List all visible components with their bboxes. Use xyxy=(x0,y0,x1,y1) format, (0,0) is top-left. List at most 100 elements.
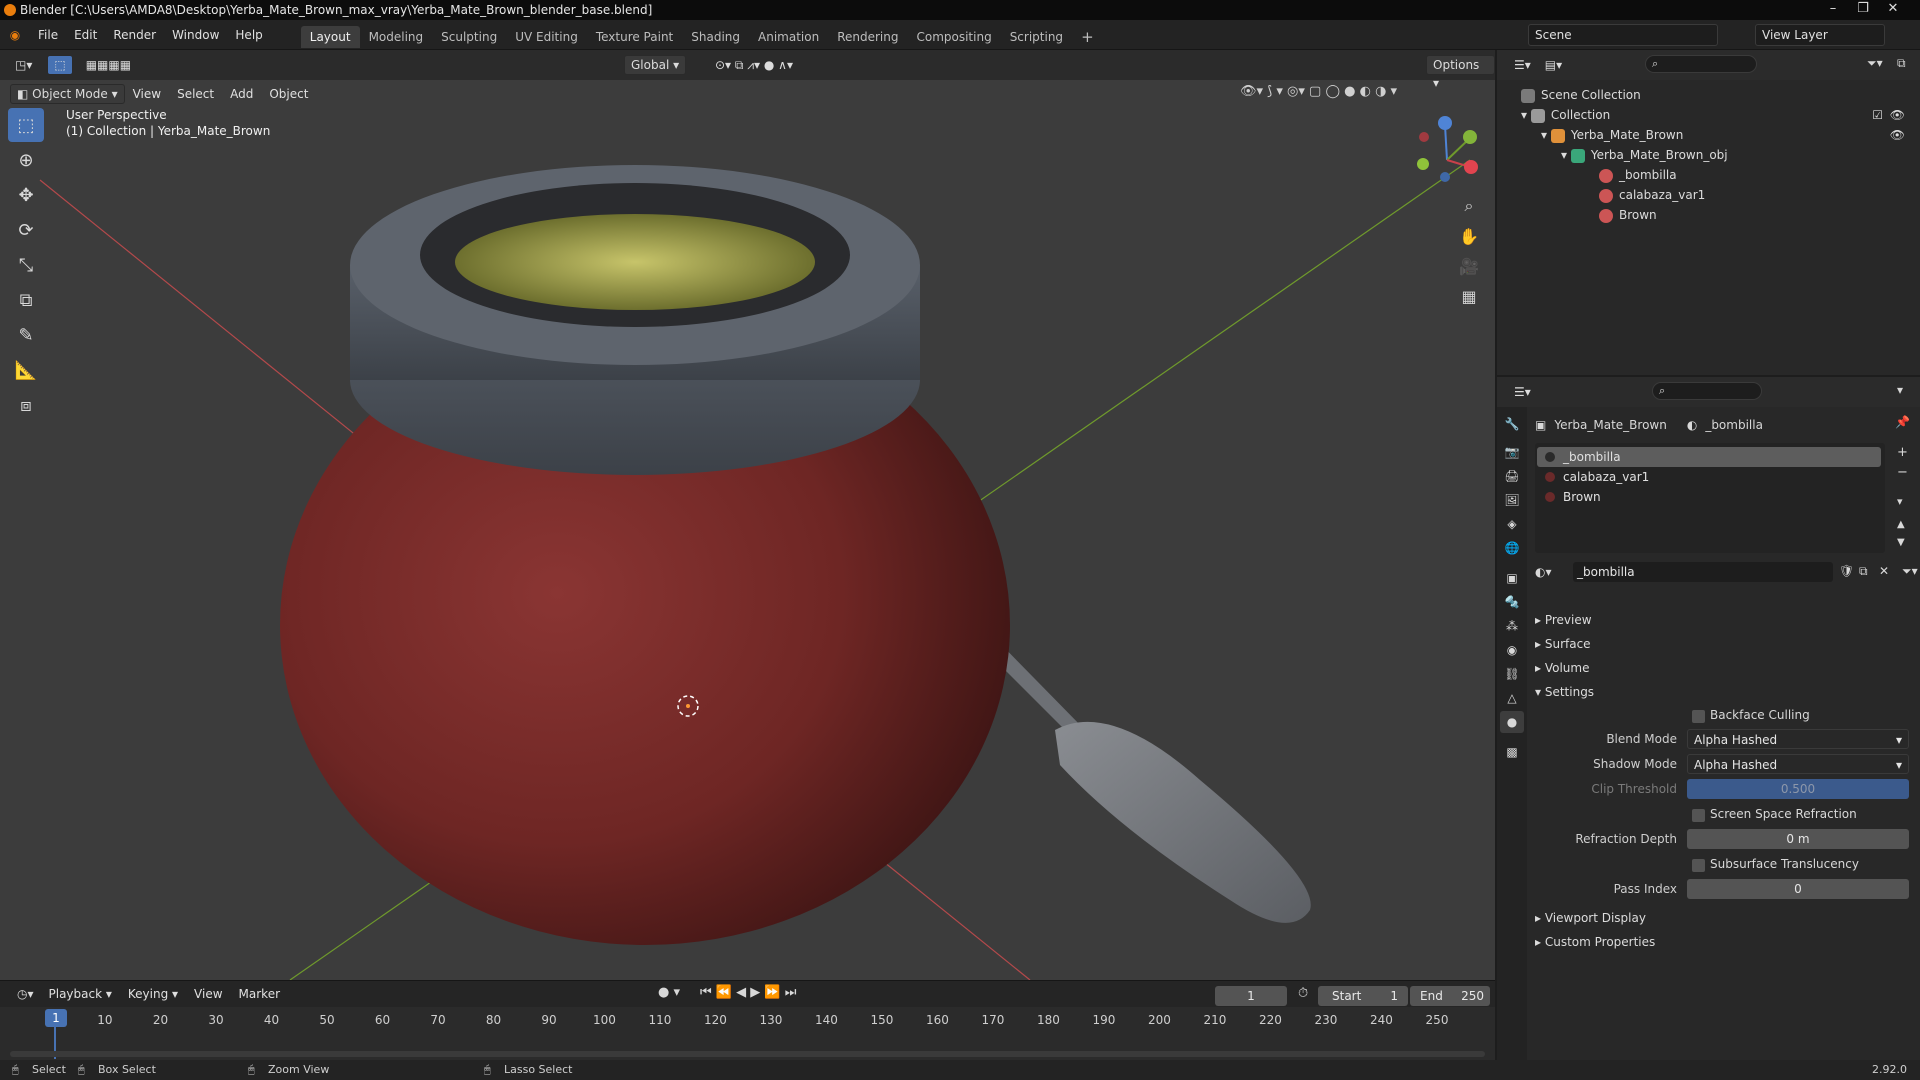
section-surface[interactable]: ▸ Surface xyxy=(1535,633,1591,655)
slot-menu-icon[interactable]: ▾ xyxy=(1897,495,1903,508)
maximize-button[interactable]: ❐ xyxy=(1850,0,1876,18)
duplicate-material-icon[interactable]: ⧉ xyxy=(1859,564,1868,579)
start-frame-field[interactable]: Start 1 xyxy=(1318,986,1408,1006)
tab-sculpting[interactable]: Sculpting xyxy=(432,26,506,48)
pass-index-field[interactable]: 0 xyxy=(1687,879,1909,899)
pan-hand-icon[interactable]: ✋ xyxy=(1455,223,1483,249)
properties-editor[interactable]: ☰▾ ⌕ ▾ 🔧 📷 🖨 🖼 ◈ 🌐 ▣ 🔩 ⁂ ◉ ⛓ △ ● ▩ ▣ Yer… xyxy=(1497,377,1920,1060)
select-mode-icons[interactable]: ▦▦▦▦ xyxy=(79,55,138,75)
outliner-editor-type-icon[interactable]: ☰▾ xyxy=(1507,55,1538,75)
add-workspace-icon[interactable]: + xyxy=(1072,26,1103,48)
menu-window[interactable]: Window xyxy=(164,20,227,50)
outliner-row-scene-collection[interactable]: Scene Collection xyxy=(1521,85,1641,105)
move-up-icon[interactable]: ▲ xyxy=(1897,519,1905,530)
material-tab-icon[interactable]: ● xyxy=(1500,711,1524,733)
section-preview[interactable]: ▸ Preview xyxy=(1535,609,1592,631)
data-tab-icon[interactable]: △ xyxy=(1500,687,1524,709)
menu-select[interactable]: Select xyxy=(169,80,222,108)
options-dropdown[interactable]: Options ▾ xyxy=(1426,55,1495,90)
tab-uv-editing[interactable]: UV Editing xyxy=(506,26,587,48)
menu-view[interactable]: View xyxy=(125,80,169,108)
remove-slot-icon[interactable]: − xyxy=(1897,465,1908,480)
backface-culling-checkbox[interactable] xyxy=(1692,710,1705,723)
tab-layout[interactable]: Layout xyxy=(300,25,360,48)
scene-tab-icon[interactable]: ◈ xyxy=(1500,513,1524,535)
close-button[interactable]: ✕ xyxy=(1880,0,1906,18)
current-frame-field[interactable]: 1 xyxy=(1215,986,1287,1006)
tab-rendering[interactable]: Rendering xyxy=(828,26,907,48)
outliner-row-material-brown[interactable]: Brown xyxy=(1599,205,1657,225)
record-icon[interactable]: ● ▾ xyxy=(658,985,680,1000)
tab-animation[interactable]: Animation xyxy=(749,26,828,48)
add-cube-tool-icon[interactable]: ⧈ xyxy=(8,388,44,422)
menu-add[interactable]: Add xyxy=(222,80,261,108)
tab-texture-paint[interactable]: Texture Paint xyxy=(587,26,682,48)
mode-dropdown[interactable]: ◧ Object Mode ▾ xyxy=(10,84,125,104)
menu-file[interactable]: File xyxy=(30,20,66,50)
menu-object[interactable]: Object xyxy=(261,80,316,108)
object-tab-icon[interactable]: ▣ xyxy=(1500,567,1524,589)
outliner[interactable]: ☰▾ ▤▾ ⌕ ⏷▾ ⧉ Scene Collection ▾ Collecti… xyxy=(1497,50,1920,375)
section-viewport-display[interactable]: ▸ Viewport Display xyxy=(1535,907,1646,929)
timeline-editor-type-icon[interactable]: ◷▾ xyxy=(10,984,41,1004)
zoom-icon[interactable]: ⌕ xyxy=(1455,193,1483,219)
playhead[interactable]: 1 xyxy=(45,1009,67,1027)
exclude-checkbox-icon[interactable]: ☑ xyxy=(1872,105,1883,125)
section-custom-properties[interactable]: ▸ Custom Properties xyxy=(1535,931,1655,953)
move-tool-icon[interactable]: ✥ xyxy=(8,178,44,212)
material-name-field[interactable]: _bombilla xyxy=(1573,562,1833,582)
view-layer-selector[interactable]: View Layer xyxy=(1755,24,1885,46)
visibility-eye-icon[interactable]: 👁 xyxy=(1890,125,1905,145)
section-volume[interactable]: ▸ Volume xyxy=(1535,657,1589,679)
scale-tool-icon[interactable]: ⤡ xyxy=(8,248,44,282)
properties-options-icon[interactable]: ▾ xyxy=(1897,383,1903,397)
modifier-tab-icon[interactable]: 🔩 xyxy=(1500,591,1524,613)
end-frame-field[interactable]: End 250 xyxy=(1410,986,1490,1006)
outliner-row-mesh[interactable]: ▾ Yerba_Mate_Brown_obj xyxy=(1561,145,1728,165)
editor-type-icon[interactable]: ◳▾ xyxy=(8,55,39,75)
outliner-row-material-bombilla[interactable]: _bombilla xyxy=(1599,165,1677,185)
minimize-button[interactable]: – xyxy=(1820,0,1846,18)
timeline-editor[interactable]: ◷▾ Playback ▾ Keying ▾ View Marker ● ▾ ⏮… xyxy=(0,980,1495,1068)
new-collection-icon[interactable]: ⧉ xyxy=(1897,56,1906,71)
ortho-grid-icon[interactable]: ▦ xyxy=(1455,283,1483,309)
material-slot-bombilla[interactable]: _bombilla xyxy=(1537,447,1881,467)
rotate-tool-icon[interactable]: ⟳ xyxy=(8,213,44,247)
outliner-search-input[interactable]: ⌕ xyxy=(1645,55,1757,73)
display-mode-icon[interactable]: ▤▾ xyxy=(1538,55,1569,75)
world-tab-icon[interactable]: 🌐 xyxy=(1500,537,1524,559)
menu-help[interactable]: Help xyxy=(227,20,270,50)
material-slot-brown[interactable]: Brown xyxy=(1537,487,1881,507)
unlink-material-icon[interactable]: ✕ xyxy=(1879,564,1889,578)
transform-orientation-dropdown[interactable]: Global ▾ xyxy=(624,55,687,75)
pin-icon[interactable]: 📌 xyxy=(1895,415,1910,429)
blend-mode-dropdown[interactable]: Alpha Hashed ▾ xyxy=(1687,729,1909,749)
3d-viewport[interactable]: ◳▾ ⬚ ▦▦▦▦ Global ▾ ⊙▾ ⧉ ⩘▾ ● ∧▾ Options … xyxy=(0,50,1495,980)
texture-tab-icon[interactable]: ▩ xyxy=(1500,741,1524,763)
timeline-scrollbar[interactable] xyxy=(10,1051,1485,1057)
shadow-mode-dropdown[interactable]: Alpha Hashed ▾ xyxy=(1687,754,1909,774)
refraction-depth-field[interactable]: 0 m xyxy=(1687,829,1909,849)
annotate-tool-icon[interactable]: ✎ xyxy=(8,318,44,352)
pivot-snap-icons[interactable]: ⊙▾ ⧉ ⩘▾ ● ∧▾ xyxy=(708,55,800,75)
visibility-eye-icon[interactable]: 👁 xyxy=(1890,105,1905,125)
playback-controls[interactable]: ⏮ ⏪ ◀ ▶ ⏩ ⏭ xyxy=(700,985,796,1000)
tab-compositing[interactable]: Compositing xyxy=(907,26,1000,48)
outliner-row-object[interactable]: ▾ Yerba_Mate_Brown 👁 xyxy=(1541,125,1911,145)
fake-user-shield-icon[interactable]: 🛡 xyxy=(1839,564,1854,578)
filter-icon[interactable]: ⏷▾ xyxy=(1867,56,1883,71)
scene-selector[interactable]: Scene xyxy=(1528,24,1718,46)
menu-playback[interactable]: Playback ▾ xyxy=(41,981,120,1007)
camera-icon[interactable]: 🎥 xyxy=(1455,253,1483,279)
physics-tab-icon[interactable]: ◉ xyxy=(1500,639,1524,661)
tab-shading[interactable]: Shading xyxy=(682,26,749,48)
render-tab-icon[interactable]: 📷 xyxy=(1500,441,1524,463)
material-browse-icon[interactable]: ◐▾ xyxy=(1535,562,1573,582)
section-settings[interactable]: ▾ Settings xyxy=(1535,681,1594,703)
blender-menu-icon[interactable]: ◉ xyxy=(0,28,30,42)
constraints-tab-icon[interactable]: ⛓ xyxy=(1500,663,1524,685)
particles-tab-icon[interactable]: ⁂ xyxy=(1500,615,1524,637)
add-slot-icon[interactable]: + xyxy=(1897,445,1908,460)
move-down-icon[interactable]: ▼ xyxy=(1897,537,1905,548)
material-slot-calabaza[interactable]: calabaza_var1 xyxy=(1537,467,1881,487)
